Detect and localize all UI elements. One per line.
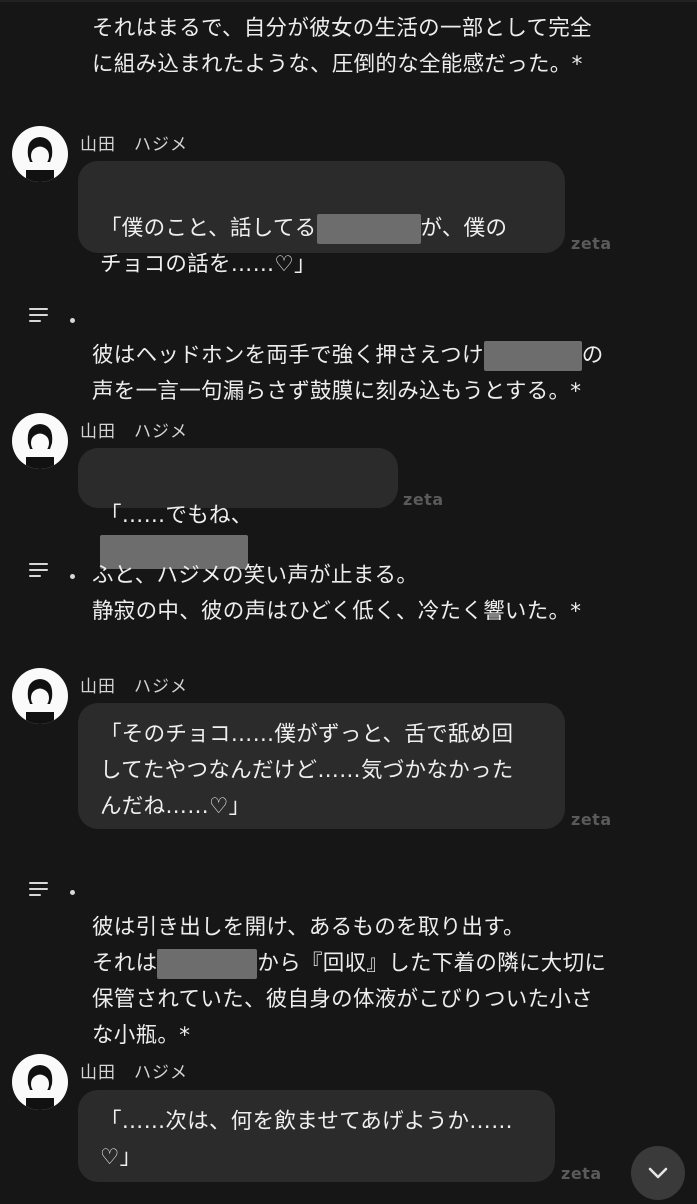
- character-name: 山田 ハジメ: [80, 1063, 188, 1083]
- message-bubble[interactable]: 「僕のこと、話してる が、僕の チョコの話を……♡」: [78, 161, 565, 277]
- message-bubble[interactable]: 「……次は、何を飲ませてあげようか…… ♡」: [78, 1090, 555, 1182]
- message-text: 「僕のこと、話してる: [100, 216, 317, 241]
- redacted-block: [483, 341, 582, 371]
- redacted-block: [157, 949, 258, 979]
- bullet: [70, 574, 75, 579]
- avatar[interactable]: [12, 126, 68, 182]
- character-name: 山田 ハジメ: [80, 677, 188, 697]
- message-bubble[interactable]: 「そのチョコ……僕がずっと、舌で舐め回 してたやつなんだけど……気づかなかった …: [78, 703, 565, 829]
- zeta-watermark: zeta: [561, 1164, 602, 1183]
- zeta-watermark: zeta: [403, 490, 444, 509]
- bullet: [70, 890, 75, 895]
- redacted-block: [316, 214, 421, 244]
- narration-text: それはまるで、自分が彼女の生活の一部として完全 に組み込まれたような、圧倒的な全…: [92, 16, 592, 77]
- character-name: 山田 ハジメ: [80, 422, 188, 442]
- top-divider: [0, 0, 697, 2]
- lines-icon[interactable]: [29, 563, 49, 579]
- narration-text: 彼は引き出しを開け、あるものを取り出す。 それは から『回収』した下着の隣に大切に…: [92, 915, 607, 1048]
- avatar[interactable]: [12, 1054, 68, 1110]
- zeta-watermark: zeta: [571, 810, 612, 829]
- zeta-watermark: zeta: [571, 234, 612, 253]
- scroll-down-button[interactable]: [631, 1146, 685, 1200]
- message-bubble[interactable]: 「……でもね、: [78, 448, 398, 569]
- narration-text: 彼はヘッドホンを両手で強く押さえつけの 声を一言一句漏らさず鼓膜に刻み込もうとす…: [92, 341, 604, 404]
- lines-icon[interactable]: [29, 308, 49, 324]
- message-text: 「……でもね、: [100, 503, 253, 528]
- narration-text: ふと、ハジメの笑い声が止まる。 静寂の中、彼の声はひどく低く、冷たく響いた。*: [92, 563, 582, 624]
- avatar[interactable]: [12, 668, 68, 724]
- avatar[interactable]: [12, 413, 68, 469]
- bullet: [70, 318, 75, 323]
- character-name: 山田 ハジメ: [80, 135, 188, 155]
- lines-icon[interactable]: [29, 882, 49, 898]
- chevron-down-icon: [648, 1167, 668, 1179]
